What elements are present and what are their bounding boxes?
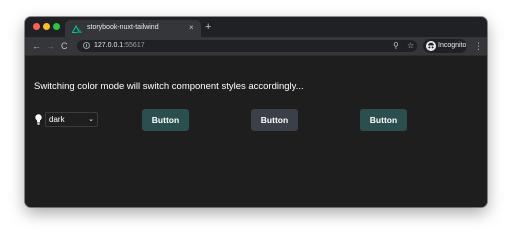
page-content: Switching color mode will switch compone…	[25, 56, 487, 207]
browser-tab[interactable]: storybook-nuxt-tailwind ×	[65, 20, 201, 37]
url-text: 127.0.0.1:55617	[94, 41, 145, 51]
primary-button[interactable]: Button	[142, 109, 189, 131]
url-port: :55617	[123, 42, 145, 49]
minimize-window-button[interactable]	[43, 23, 50, 30]
forward-arrow-icon[interactable]: →	[46, 40, 55, 52]
tab-title: storybook-nuxt-tailwind	[87, 24, 159, 31]
zoom-icon[interactable]: ⚲	[393, 40, 399, 52]
color-mode-select[interactable]: dark ⌄	[45, 112, 98, 127]
tertiary-button[interactable]: Button	[360, 109, 407, 131]
nuxt-logo-icon	[72, 24, 82, 33]
title-bar: storybook-nuxt-tailwind × +	[25, 17, 487, 37]
url-host: 127.0.0.1	[94, 42, 124, 49]
close-window-button[interactable]	[33, 23, 40, 30]
info-icon[interactable]	[83, 42, 90, 49]
incognito-icon	[426, 41, 436, 51]
browser-window: storybook-nuxt-tailwind × + ← → C 127.0.…	[25, 17, 487, 207]
reload-icon[interactable]: C	[61, 40, 68, 52]
bookmark-star-icon[interactable]: ☆	[407, 40, 414, 52]
secondary-button[interactable]: Button	[251, 109, 298, 131]
incognito-profile-button[interactable]: Incognito	[423, 39, 467, 53]
lightbulb-icon	[35, 114, 42, 125]
color-mode-select-value: dark	[49, 115, 65, 124]
close-icon[interactable]: ×	[189, 23, 194, 33]
back-arrow-icon[interactable]: ←	[32, 40, 41, 52]
incognito-label: Incognito	[438, 42, 467, 49]
kebab-menu-icon[interactable]: ⋮	[474, 40, 483, 52]
chevron-down-icon: ⌄	[88, 116, 94, 123]
address-bar[interactable]: 127.0.0.1:55617 ⚲ ☆	[77, 40, 417, 52]
browser-toolbar: ← → C 127.0.0.1:55617 ⚲ ☆ Incognito ⋮	[25, 37, 487, 56]
page-heading: Switching color mode will switch compone…	[34, 81, 304, 92]
maximize-window-button[interactable]	[53, 23, 60, 30]
new-tab-button[interactable]: +	[205, 21, 211, 33]
